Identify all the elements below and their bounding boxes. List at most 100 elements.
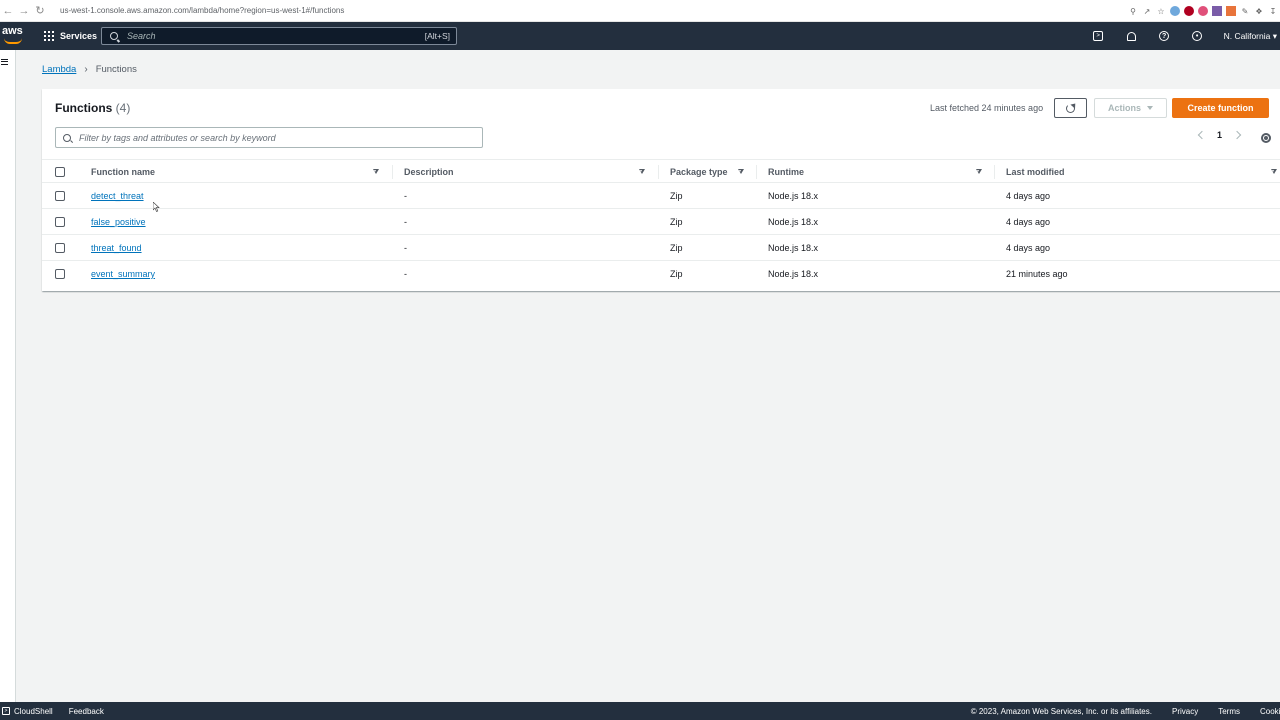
footer-links: © 2023, Amazon Web Services, Inc. or its… <box>971 707 1280 716</box>
package-type-cell: Zip <box>670 269 683 279</box>
address-bar[interactable]: us-west-1.console.aws.amazon.com/lambda/… <box>60 6 344 15</box>
column-divider[interactable] <box>994 165 995 179</box>
page-number[interactable]: 1 <box>1217 130 1222 140</box>
settings-button[interactable]: • <box>1181 31 1214 41</box>
last-modified-cell: 4 days ago <box>1006 217 1051 227</box>
services-grid-icon <box>44 31 54 41</box>
select-all-checkbox[interactable] <box>55 167 65 177</box>
gear-icon: • <box>1192 31 1203 41</box>
zoom-icon[interactable]: ⚲ <box>1128 6 1138 16</box>
caret-down-icon <box>1147 106 1153 110</box>
package-type-cell: Zip <box>670 191 683 201</box>
browser-extensions: ⚲ ↗ ☆ ✎ ❖ ↧ <box>1128 0 1280 22</box>
description-cell: - <box>404 269 407 279</box>
bell-icon <box>1126 31 1136 41</box>
breadcrumb: Lambda › Functions <box>42 64 137 75</box>
filter-input[interactable] <box>79 132 479 143</box>
search-icon <box>63 133 71 142</box>
row-checkbox[interactable] <box>55 217 65 227</box>
function-name-link[interactable]: detect_threat <box>91 191 144 201</box>
column-header-package-type[interactable]: Package type <box>670 167 728 177</box>
terminal-icon: > <box>2 707 10 715</box>
extension-icon[interactable] <box>1198 6 1208 16</box>
nav-right-icons: > ? • N. California ▾ <box>1082 22 1280 50</box>
extension-icon[interactable] <box>1170 6 1180 16</box>
cloudshell-button[interactable]: > <box>1082 31 1115 41</box>
menu-hamburger-icon[interactable] <box>1 59 8 65</box>
next-page-icon[interactable] <box>1232 130 1242 140</box>
puzzle-icon[interactable]: ❖ <box>1254 6 1264 16</box>
cloudshell-link[interactable]: > CloudShell <box>2 707 53 716</box>
table-row: threat_found - Zip Node.js 18.x 4 days a… <box>42 235 1280 261</box>
runtime-cell: Node.js 18.x <box>768 191 819 201</box>
row-checkbox[interactable] <box>55 191 65 201</box>
aws-logo[interactable]: aws <box>2 26 28 46</box>
column-header-description[interactable]: Description <box>404 167 454 177</box>
actions-dropdown-button[interactable]: Actions <box>1094 98 1167 118</box>
sort-icon[interactable] <box>639 169 645 174</box>
sort-icon[interactable] <box>738 169 744 174</box>
console-footer: > CloudShell Feedback © 2023, Amazon Web… <box>0 702 1280 720</box>
filter-box[interactable] <box>55 127 483 148</box>
cloudshell-label: CloudShell <box>14 706 53 716</box>
function-name-link[interactable]: false_positive <box>91 217 146 227</box>
reload-icon[interactable]: ↻ <box>32 0 48 22</box>
runtime-cell: Node.js 18.x <box>768 269 819 279</box>
sort-icon[interactable] <box>976 169 982 174</box>
column-divider[interactable] <box>392 165 393 179</box>
column-header-last-modified[interactable]: Last modified <box>1006 167 1065 177</box>
extension-icon[interactable] <box>1226 6 1236 16</box>
last-fetched-status: Last fetched 24 minutes ago <box>930 103 1044 113</box>
terms-link[interactable]: Terms <box>1218 707 1240 716</box>
copyright-text: © 2023, Amazon Web Services, Inc. or its… <box>970 706 1152 716</box>
column-header-runtime[interactable]: Runtime <box>768 167 804 177</box>
column-divider[interactable] <box>756 165 757 179</box>
previous-page-icon[interactable] <box>1197 130 1207 140</box>
back-icon[interactable]: ← <box>0 0 16 22</box>
help-icon: ? <box>1159 31 1170 41</box>
extension-icon[interactable] <box>1212 6 1222 16</box>
browser-toolbar: ← → ↻ us-west-1.console.aws.amazon.com/l… <box>0 0 1280 22</box>
functions-count: (4) <box>115 101 131 115</box>
global-search-input[interactable] <box>127 31 407 41</box>
functions-table: Function name Description Package type R… <box>42 159 1280 287</box>
privacy-link[interactable]: Privacy <box>1172 707 1198 716</box>
column-divider[interactable] <box>658 165 659 179</box>
terminal-icon: > <box>1093 31 1104 41</box>
sort-icon[interactable] <box>1271 169 1277 174</box>
breadcrumb-current: Functions <box>95 64 137 75</box>
services-label: Services <box>60 31 98 41</box>
last-modified-cell: 4 days ago <box>1006 243 1051 253</box>
chevron-right-icon: › <box>84 64 88 75</box>
forward-icon[interactable]: → <box>16 0 32 22</box>
function-name-link[interactable]: threat_found <box>91 243 142 253</box>
runtime-cell: Node.js 18.x <box>768 243 819 253</box>
column-header-function-name[interactable]: Function name <box>91 167 155 177</box>
function-name-link[interactable]: event_summary <box>91 269 155 279</box>
table-preferences-gear-icon[interactable] <box>1261 133 1271 143</box>
services-menu[interactable]: Services <box>44 31 97 41</box>
help-button[interactable]: ? <box>1148 31 1181 41</box>
download-icon[interactable]: ↧ <box>1268 6 1278 16</box>
side-navigation-rail <box>0 50 16 702</box>
cookie-preferences-link[interactable]: Cookie preferences <box>1260 707 1280 716</box>
global-search[interactable]: [Alt+S] <box>101 27 457 45</box>
feedback-link[interactable]: Feedback <box>69 707 104 716</box>
row-checkbox[interactable] <box>55 269 65 279</box>
aws-smile-icon <box>4 38 22 44</box>
row-checkbox[interactable] <box>55 243 65 253</box>
breadcrumb-lambda-link[interactable]: Lambda <box>42 64 76 75</box>
region-selector[interactable]: N. California ▾ <box>1214 31 1280 42</box>
extension-icon[interactable] <box>1184 6 1194 16</box>
pen-icon[interactable]: ✎ <box>1240 6 1250 16</box>
share-icon[interactable]: ↗ <box>1142 6 1152 16</box>
create-function-button[interactable]: Create function <box>1172 98 1269 118</box>
search-shortcut-hint: [Alt+S] <box>424 31 450 41</box>
functions-title: Functions <box>55 101 113 115</box>
sort-icon[interactable] <box>373 169 379 174</box>
refresh-button[interactable] <box>1054 98 1087 118</box>
notifications-button[interactable] <box>1115 31 1148 41</box>
bookmark-star-icon[interactable]: ☆ <box>1156 6 1166 16</box>
actions-label: Actions <box>1107 103 1141 113</box>
refresh-icon <box>1066 103 1075 113</box>
